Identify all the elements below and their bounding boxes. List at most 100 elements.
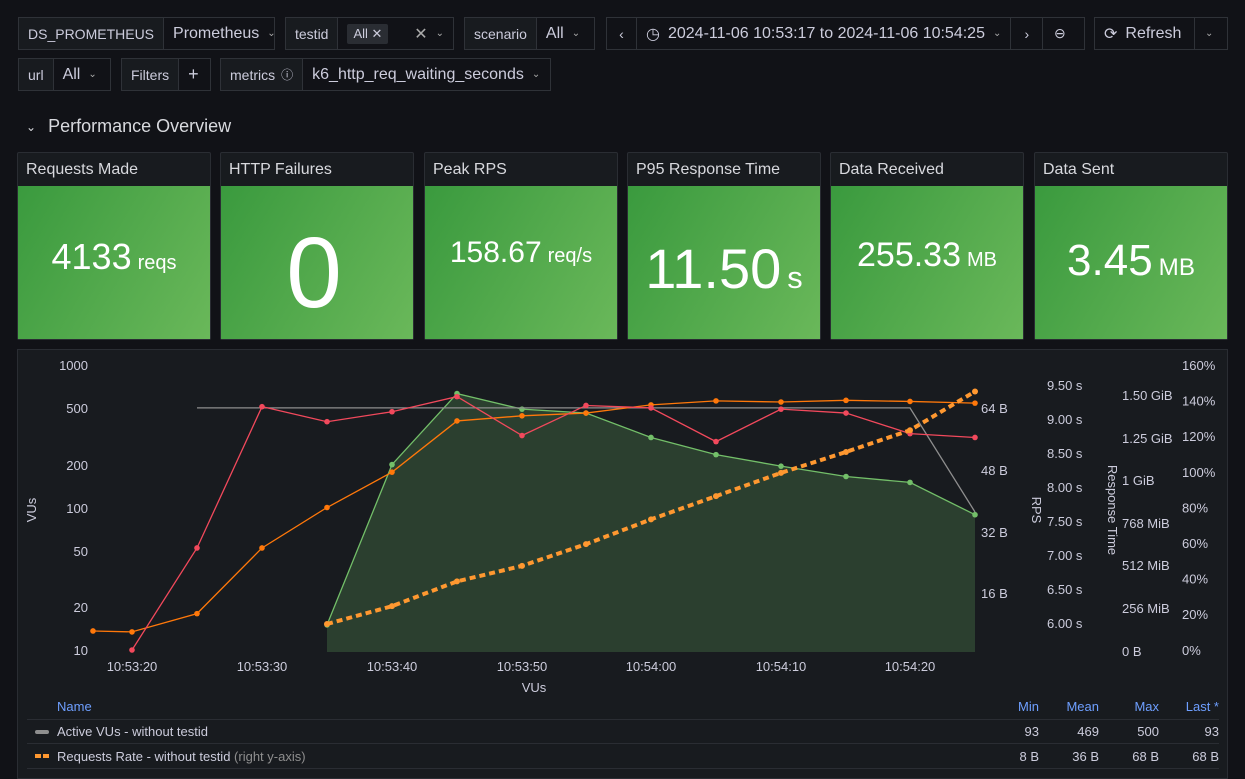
data-point [778, 469, 784, 476]
data-point [259, 545, 265, 551]
data-point [389, 461, 395, 468]
data-point [972, 388, 978, 395]
y-pct-tick: 100% [1182, 465, 1216, 480]
x-tick-label: 10:54:10 [756, 659, 807, 674]
legend-mean: 36 B [1072, 748, 1099, 764]
data-point [843, 473, 849, 480]
y-rps-tick: 9.50 s [1047, 378, 1083, 393]
data-point [324, 504, 330, 511]
y-pct-tick: 0% [1182, 643, 1201, 658]
series-color-swatch [35, 729, 49, 734]
data-point [907, 398, 913, 405]
x-tick-label: 10:54:00 [626, 659, 677, 674]
y-tick-label: 200 [66, 458, 88, 473]
y-tick-label: 500 [66, 401, 88, 416]
legend-col-mean[interactable]: Mean [1039, 699, 1099, 714]
data-point [583, 402, 589, 409]
data-point [843, 410, 849, 416]
data-point [907, 479, 913, 486]
data-point [778, 399, 784, 405]
y-bytes-tick: 64 B [981, 401, 1008, 416]
y-bytes-tick: 32 B [981, 525, 1008, 540]
legend-row[interactable]: Requests Rate - without testid (right y-… [27, 744, 1219, 769]
data-point [648, 516, 654, 523]
legend-col-min[interactable]: Min [979, 699, 1039, 714]
data-point [713, 493, 719, 500]
y-tick-label: 20 [74, 600, 88, 615]
y-mem-tick: 256 MiB [1122, 601, 1170, 616]
legend-row[interactable]: Active VUs - without testid 93 469 500 9… [27, 719, 1219, 744]
data-point [972, 400, 978, 406]
y-axis-label: VUs [24, 497, 39, 522]
legend-col-name[interactable]: Name [27, 699, 979, 714]
series-color-swatch [35, 754, 49, 758]
data-point [583, 541, 589, 548]
data-point [778, 463, 784, 469]
y-mem-tick: 0 B [1122, 644, 1142, 659]
y-mem-tick: 1.25 GiB [1122, 431, 1173, 446]
legend-series-suffix: (right y-axis) [234, 748, 306, 764]
y-rps-tick: 9.00 s [1047, 412, 1083, 427]
y-rps-tick: 7.00 s [1047, 548, 1083, 563]
data-point [90, 628, 96, 634]
data-point [129, 629, 135, 635]
legend-max: 68 B [1132, 748, 1159, 764]
y-rps-tick: 6.00 s [1047, 616, 1083, 631]
x-tick-label: 10:53:30 [237, 659, 288, 674]
y-rps-tick: 8.00 s [1047, 480, 1083, 495]
y-tick-label: 10 [74, 643, 88, 658]
legend-last: 93 [1204, 724, 1219, 739]
legend-min: 93 [1024, 724, 1039, 739]
data-point [389, 469, 395, 475]
data-point [519, 562, 525, 569]
data-point [778, 406, 784, 412]
data-point [972, 434, 978, 441]
data-point [972, 511, 978, 518]
y-pct-tick: 140% [1182, 394, 1216, 409]
data-point [519, 432, 525, 439]
data-point [454, 393, 460, 400]
legend-min: 8 B [1019, 748, 1039, 764]
x-tick-label: 10:54:20 [885, 659, 936, 674]
y-pct-tick: 160% [1182, 358, 1216, 373]
y-pct-tick: 120% [1182, 429, 1216, 444]
response-time-axis-label: Response Time [1105, 465, 1120, 555]
x-tick-label: 10:53:20 [107, 659, 158, 674]
data-point [648, 434, 654, 441]
data-point [713, 438, 719, 445]
legend-max: 500 [1137, 724, 1159, 739]
y-pct-tick: 80% [1182, 500, 1208, 515]
legend-header: Name Min Mean Max Last * [27, 694, 1219, 719]
timeseries-chart: 1000 500 200 100 50 20 10 VUs 10:53:20 10:53:30 10… [24, 358, 1216, 695]
data-point [648, 405, 654, 411]
legend-mean: 469 [1077, 724, 1099, 739]
legend-col-max[interactable]: Max [1099, 699, 1159, 714]
y-mem-tick: 1.50 GiB [1122, 388, 1173, 403]
legend-series-name[interactable]: Active VUs - without testid [27, 724, 979, 739]
y-tick-label: 50 [74, 544, 88, 559]
data-point [324, 621, 330, 627]
y-pct-tick: 20% [1182, 607, 1208, 622]
y-tick-label: 100 [66, 501, 88, 516]
series-area [327, 393, 975, 652]
data-point [843, 448, 849, 455]
rps-axis-label: RPS [1029, 497, 1044, 524]
data-point [194, 610, 200, 617]
data-point [713, 398, 719, 404]
legend-series-name[interactable]: Requests Rate - without testid (right y-… [27, 749, 979, 764]
legend-last: 68 B [1192, 748, 1219, 764]
data-point [194, 545, 200, 551]
data-point [259, 403, 265, 410]
data-point [907, 427, 913, 434]
y-rps-tick: 6.50 s [1047, 582, 1083, 597]
data-point [389, 603, 395, 610]
y-mem-tick: 512 MiB [1122, 558, 1170, 573]
y-mem-tick: 1 GiB [1122, 473, 1155, 488]
x-axis-label: VUs [522, 680, 547, 695]
x-tick-label: 10:53:50 [497, 659, 548, 674]
data-point [519, 413, 525, 419]
y-pct-tick: 60% [1182, 536, 1208, 551]
data-point [583, 410, 589, 416]
legend-col-last[interactable]: Last * [1159, 699, 1219, 714]
data-point [324, 418, 330, 425]
